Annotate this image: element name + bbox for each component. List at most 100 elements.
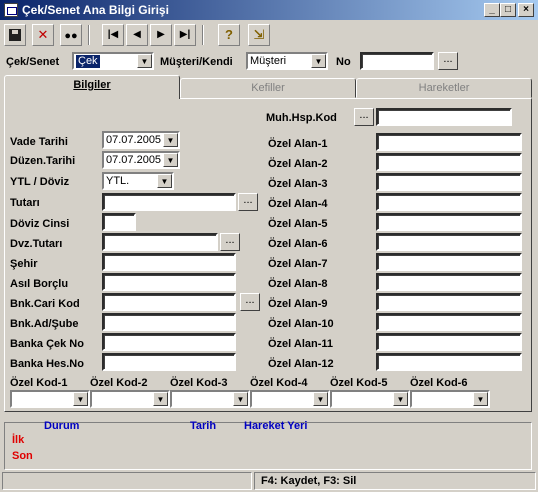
ozel-alan-12-label: Özel Alan-12 xyxy=(268,358,334,370)
chevron-down-icon[interactable]: ▼ xyxy=(393,392,408,406)
ozel-kod-1-label: Özel Kod-1 xyxy=(10,377,68,389)
question-icon: ? xyxy=(225,27,233,42)
ozel-alan-7-input[interactable] xyxy=(376,253,522,271)
tab-hareketler[interactable]: Hareketler xyxy=(356,78,532,98)
chevron-down-icon[interactable]: ▼ xyxy=(163,133,178,147)
ozel-alan-6-input[interactable] xyxy=(376,233,522,251)
exit-button[interactable]: ⇲ xyxy=(248,24,270,46)
ozel-alan-5-input[interactable] xyxy=(376,213,522,231)
minimize-button[interactable]: _ xyxy=(484,3,500,17)
chevron-down-icon[interactable]: ▼ xyxy=(163,153,178,167)
red-x-icon: ✕ xyxy=(37,27,49,42)
help-button[interactable]: ? xyxy=(218,24,240,46)
ozel-kod-4-select[interactable]: ▼ xyxy=(250,390,330,408)
chevron-down-icon[interactable]: ▼ xyxy=(137,54,152,68)
ozel-alan-3-input[interactable] xyxy=(376,173,522,191)
dvz-tutari-input[interactable] xyxy=(102,233,218,251)
tutari-input[interactable] xyxy=(102,193,236,211)
prev-record-icon: ◀ xyxy=(133,29,141,40)
next-record-button[interactable]: ▶ xyxy=(150,24,172,46)
ozel-alan-1-label: Özel Alan-1 xyxy=(268,138,328,150)
bnk-cari-kod-label: Bnk.Cari Kod xyxy=(10,298,80,310)
last-record-button[interactable]: ▶| xyxy=(174,24,196,46)
tab-label: Kefiller xyxy=(251,82,285,94)
banka-hes-no-input[interactable] xyxy=(102,353,236,371)
ozel-kod-5-select[interactable]: ▼ xyxy=(330,390,410,408)
ytl-doviz-select[interactable]: YTL. ▼ xyxy=(102,172,174,190)
maximize-button[interactable]: □ xyxy=(500,3,516,17)
ozel-alan-10-label: Özel Alan-10 xyxy=(268,318,334,330)
cek-senet-select[interactable]: Çek ▼ xyxy=(72,52,154,70)
no-lookup-button[interactable]: ... xyxy=(438,52,458,70)
close-button[interactable]: × xyxy=(518,3,534,17)
doviz-cinsi-input[interactable] xyxy=(102,213,136,231)
chevron-down-icon[interactable]: ▼ xyxy=(153,392,168,406)
muh-hsp-kod-input[interactable] xyxy=(376,108,512,126)
cek-senet-value: Çek xyxy=(75,54,101,69)
chevron-down-icon[interactable]: ▼ xyxy=(313,392,328,406)
dvz-tutari-label: Dvz.Tutarı xyxy=(10,238,63,250)
tab-bilgiler[interactable]: Bilgiler xyxy=(4,75,180,99)
ozel-alan-8-label: Özel Alan-8 xyxy=(268,278,328,290)
chevron-down-icon[interactable]: ▼ xyxy=(73,392,88,406)
ozel-alan-12-input[interactable] xyxy=(376,353,522,371)
bnk-cari-kod-input[interactable] xyxy=(102,293,236,311)
title-bar: Çek/Senet Ana Bilgi Girişi _ □ × xyxy=(0,0,538,20)
history-col-hareket-yeri: Hareket Yeri xyxy=(244,420,308,432)
tab-kefiller[interactable]: Kefiller xyxy=(180,78,356,98)
vade-tarihi-picker[interactable]: 07.07.2005 ▼ xyxy=(102,131,180,149)
window-title: Çek/Senet Ana Bilgi Girişi xyxy=(22,3,169,17)
doviz-cinsi-label: Döviz Cinsi xyxy=(10,218,70,230)
ozel-alan-2-input[interactable] xyxy=(376,153,522,171)
window-app-icon xyxy=(4,3,18,17)
ozel-kod-6-select[interactable]: ▼ xyxy=(410,390,490,408)
ozel-kod-2-select[interactable]: ▼ xyxy=(90,390,170,408)
exit-door-icon: ⇲ xyxy=(253,27,265,42)
save-button[interactable] xyxy=(4,24,26,46)
ozel-kod-5-label: Özel Kod-5 xyxy=(330,377,388,389)
ozel-kod-1-select[interactable]: ▼ xyxy=(10,390,90,408)
chevron-down-icon[interactable]: ▼ xyxy=(311,54,326,68)
sehir-input[interactable] xyxy=(102,253,236,271)
sehir-label: Şehir xyxy=(10,258,38,270)
ozel-alan-10-input[interactable] xyxy=(376,313,522,331)
ozel-kod-3-select[interactable]: ▼ xyxy=(170,390,250,408)
ozel-alan-11-input[interactable] xyxy=(376,333,522,351)
chevron-down-icon[interactable]: ▼ xyxy=(473,392,488,406)
last-record-icon: ▶| xyxy=(179,29,191,40)
duzen-tarihi-value: 07.07.2005 xyxy=(106,154,162,166)
no-input[interactable] xyxy=(360,52,434,70)
ozel-kod-4-label: Özel Kod-4 xyxy=(250,377,308,389)
status-bar-shortcuts: F4: Kaydet, F3: Sil xyxy=(254,472,536,490)
musteri-kendi-select[interactable]: Müşteri ▼ xyxy=(246,52,328,70)
ozel-alan-4-input[interactable] xyxy=(376,193,522,211)
prev-record-button[interactable]: ◀ xyxy=(126,24,148,46)
duzen-tarihi-picker[interactable]: 07.07.2005 ▼ xyxy=(102,151,180,169)
ozel-alan-8-input[interactable] xyxy=(376,273,522,291)
muh-hsp-kod-lookup-button[interactable]: ... xyxy=(354,108,374,126)
asil-borclu-label: Asıl Borçlu xyxy=(10,278,69,290)
chevron-down-icon[interactable]: ▼ xyxy=(157,174,172,188)
bnk-ad-sube-input[interactable] xyxy=(102,313,236,331)
ozel-alan-4-label: Özel Alan-4 xyxy=(268,198,328,210)
chevron-down-icon[interactable]: ▼ xyxy=(233,392,248,406)
ozel-kod-2-label: Özel Kod-2 xyxy=(90,377,148,389)
musteri-kendi-value: Müşteri xyxy=(250,55,287,67)
search-button[interactable]: ●● xyxy=(60,24,82,46)
no-label: No xyxy=(336,56,351,68)
toolbar-separator xyxy=(88,25,90,45)
asil-borclu-input[interactable] xyxy=(102,273,236,291)
banka-cek-no-input[interactable] xyxy=(102,333,236,351)
first-record-icon: |◀ xyxy=(107,29,119,40)
history-col-tarih: Tarih xyxy=(190,420,217,432)
ozel-alan-1-input[interactable] xyxy=(376,133,522,151)
tutari-lookup-button[interactable]: ... xyxy=(238,193,258,211)
ozel-alan-5-label: Özel Alan-5 xyxy=(268,218,328,230)
ozel-alan-9-input[interactable] xyxy=(376,293,522,311)
first-record-button[interactable]: |◀ xyxy=(102,24,124,46)
dvz-tutari-lookup-button[interactable]: ... xyxy=(220,233,240,251)
tab-label: Bilgiler xyxy=(73,79,111,91)
delete-button[interactable]: ✕ xyxy=(32,24,54,46)
bnk-cari-kod-lookup-button[interactable]: ... xyxy=(240,293,260,311)
ozel-alan-2-label: Özel Alan-2 xyxy=(268,158,328,170)
